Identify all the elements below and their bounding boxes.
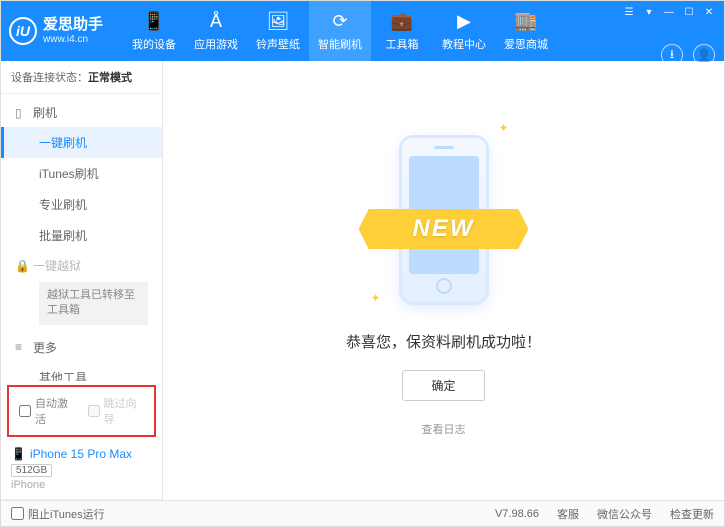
- nav-ringtones[interactable]: 🖼 铃声壁纸: [247, 1, 309, 61]
- book-icon: ▶: [457, 11, 471, 32]
- nav-label: 智能刷机: [318, 36, 362, 52]
- menu-pro-flash[interactable]: 专业刷机: [1, 189, 162, 220]
- nav-smart-flash[interactable]: ⟳ 智能刷机: [309, 1, 371, 61]
- nav-toolbox[interactable]: 💼 工具箱: [371, 1, 433, 61]
- footer-support[interactable]: 客服: [557, 506, 579, 522]
- dropdown-icon[interactable]: ▾: [642, 5, 656, 19]
- device-info[interactable]: 📱 iPhone 15 Pro Max 512GB iPhone: [1, 441, 162, 500]
- checkbox-label: 跳过向导: [104, 395, 145, 427]
- menu-group-jailbreak: 🔒 一键越狱: [1, 251, 162, 280]
- block-itunes-input[interactable]: [11, 507, 24, 520]
- image-icon: 🖼: [267, 11, 290, 32]
- top-nav: 📱 我的设备 Å 应用游戏 🖼 铃声壁纸 ⟳ 智能刷机 💼 工具箱 ▶ 教程中心…: [123, 1, 622, 61]
- nav-label: 我的设备: [132, 36, 176, 52]
- nav-label: 爱思商城: [504, 36, 548, 52]
- lock-icon: 🔒: [15, 259, 27, 273]
- minimize-icon[interactable]: —: [662, 5, 676, 19]
- status-value: 正常模式: [88, 72, 132, 84]
- sparkle-icon: ✦: [371, 291, 381, 305]
- device-icon: 📱: [143, 11, 165, 32]
- nav-label: 应用游戏: [194, 36, 238, 52]
- menu-itunes-flash[interactable]: iTunes刷机: [1, 158, 162, 189]
- new-ribbon: NEW: [359, 209, 529, 249]
- highlighted-options: 自动激活 跳过向导: [7, 385, 156, 437]
- app-title: 爱思助手: [43, 17, 103, 34]
- footer-update[interactable]: 检查更新: [670, 506, 714, 522]
- block-itunes-checkbox[interactable]: 阻止iTunes运行: [11, 506, 105, 522]
- nav-label: 铃声壁纸: [256, 36, 300, 52]
- device-type: iPhone: [11, 479, 152, 491]
- app-logo: iU 爱思助手 www.i4.cn: [9, 17, 103, 45]
- menu-icon[interactable]: ☰: [622, 5, 636, 19]
- footer-wechat[interactable]: 微信公众号: [597, 506, 652, 522]
- nav-tutorials[interactable]: ▶ 教程中心: [433, 1, 495, 61]
- success-illustration: NEW ✦ ✦: [389, 125, 499, 315]
- sidebar-menu: ▯ 刷机 一键刷机 iTunes刷机 专业刷机 批量刷机 🔒 一键越狱 越狱工具…: [1, 94, 162, 381]
- device-name: 📱 iPhone 15 Pro Max: [11, 447, 152, 461]
- flash-icon: ⟳: [332, 11, 347, 32]
- skip-guide-checkbox[interactable]: 跳过向导: [88, 395, 145, 427]
- sparkle-icon: ✦: [498, 121, 508, 135]
- menu-group-more[interactable]: ≡ 更多: [1, 333, 162, 362]
- menu-other-tools[interactable]: 其他工具: [1, 362, 162, 381]
- menu-group-label: 更多: [33, 339, 57, 356]
- checkbox-label: 阻止iTunes运行: [28, 506, 105, 522]
- menu-group-label: 刷机: [33, 104, 57, 121]
- success-message: 恭喜您，保资料刷机成功啦！: [346, 331, 541, 352]
- skip-guide-input: [88, 405, 100, 417]
- auto-activate-input[interactable]: [19, 405, 31, 417]
- phone-icon: ▯: [15, 106, 27, 120]
- version-label: V7.98.66: [495, 508, 539, 520]
- close-icon[interactable]: ✕: [702, 5, 716, 19]
- auto-activate-checkbox[interactable]: 自动激活: [19, 395, 76, 427]
- device-storage: 512GB: [11, 464, 52, 477]
- connection-status: 设备连接状态：正常模式: [1, 61, 162, 94]
- nav-store[interactable]: 🏬 爱思商城: [495, 1, 557, 61]
- list-icon: ≡: [15, 340, 27, 354]
- titlebar: iU 爱思助手 www.i4.cn 📱 我的设备 Å 应用游戏 🖼 铃声壁纸 ⟳…: [1, 1, 724, 61]
- toolbox-icon: 💼: [391, 11, 413, 32]
- apps-icon: Å: [210, 11, 222, 32]
- store-icon: 🏬: [515, 11, 537, 32]
- menu-batch-flash[interactable]: 批量刷机: [1, 220, 162, 251]
- phone-icon: 📱: [11, 447, 26, 461]
- maximize-icon[interactable]: ☐: [682, 5, 696, 19]
- menu-group-label: 一键越狱: [33, 257, 81, 274]
- confirm-button[interactable]: 确定: [402, 370, 484, 401]
- nav-label: 工具箱: [386, 36, 419, 52]
- jailbreak-note: 越狱工具已转移至工具箱: [39, 282, 148, 325]
- menu-group-flash[interactable]: ▯ 刷机: [1, 98, 162, 127]
- nav-apps[interactable]: Å 应用游戏: [185, 1, 247, 61]
- device-name-text: iPhone 15 Pro Max: [30, 447, 132, 461]
- logo-icon: iU: [9, 17, 37, 45]
- menu-oneclick-flash[interactable]: 一键刷机: [1, 127, 162, 158]
- checkbox-label: 自动激活: [35, 395, 76, 427]
- app-url: www.i4.cn: [43, 34, 103, 45]
- view-log-link[interactable]: 查看日志: [422, 421, 466, 437]
- status-label: 设备连接状态：: [11, 72, 88, 84]
- nav-my-device[interactable]: 📱 我的设备: [123, 1, 185, 61]
- main-content: NEW ✦ ✦ 恭喜您，保资料刷机成功啦！ 确定 查看日志: [163, 61, 724, 500]
- footer: 阻止iTunes运行 V7.98.66 客服 微信公众号 检查更新: [1, 500, 724, 526]
- nav-label: 教程中心: [442, 36, 486, 52]
- sidebar: 设备连接状态：正常模式 ▯ 刷机 一键刷机 iTunes刷机 专业刷机 批量刷机…: [1, 61, 163, 500]
